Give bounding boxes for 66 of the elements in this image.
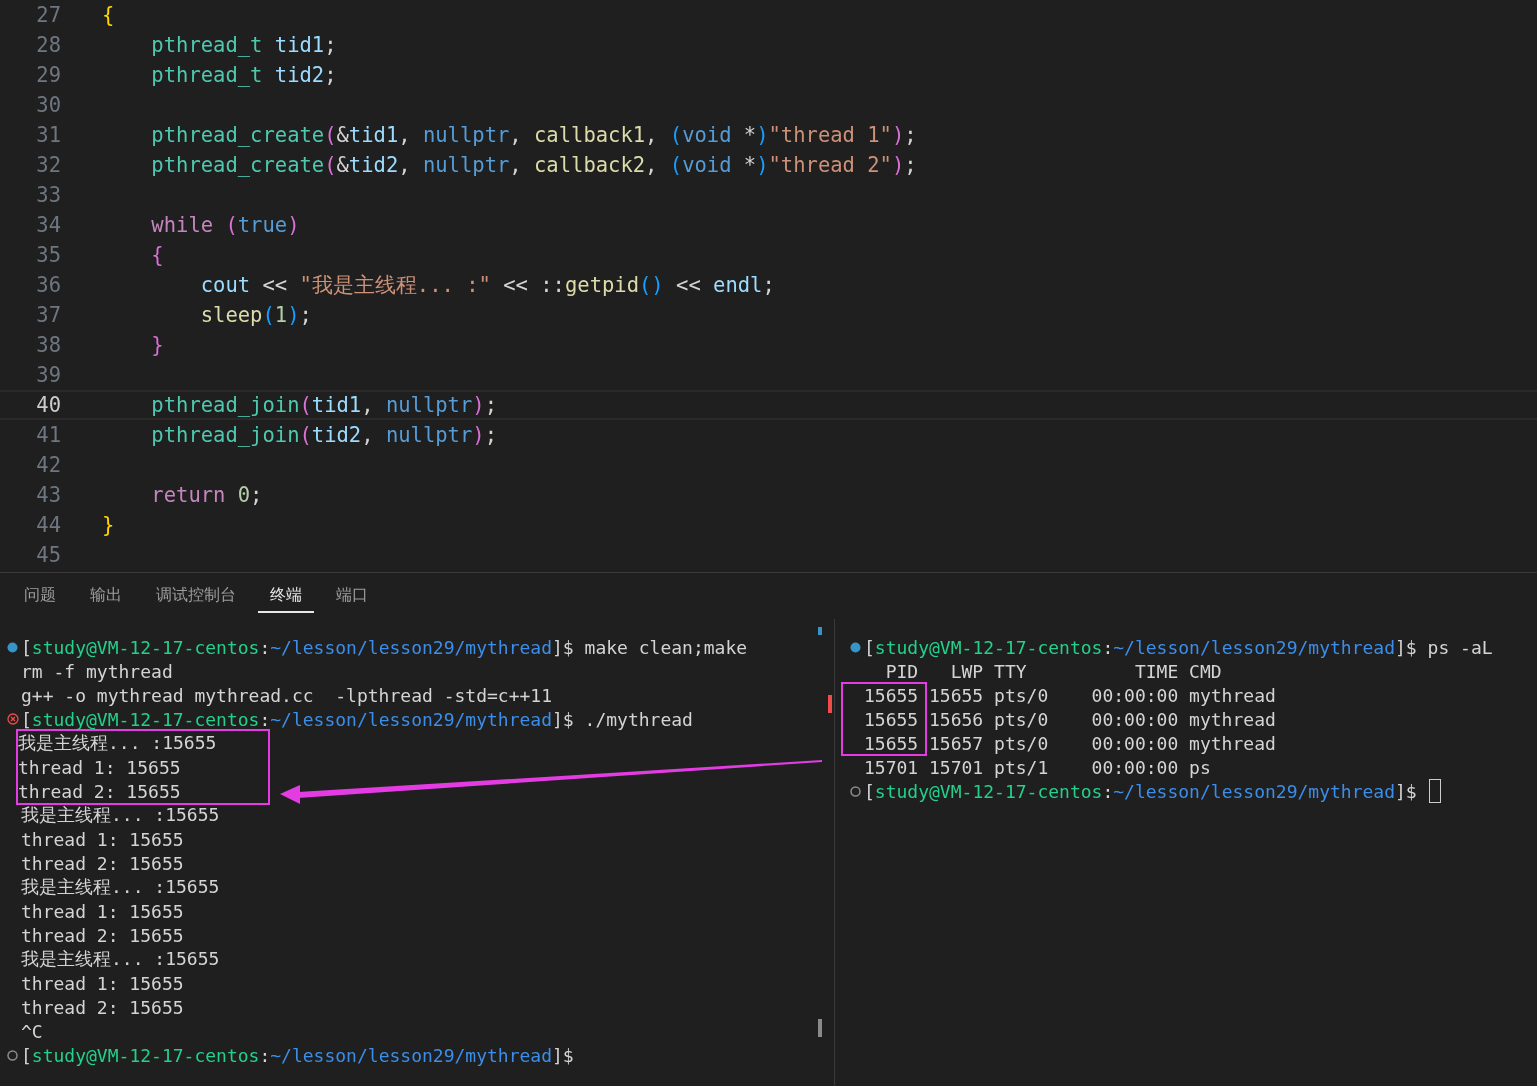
terminal-line: 15655 15656 pts/0 00:00:00 mythread bbox=[864, 708, 1276, 730]
line-number: 34 bbox=[35, 213, 61, 237]
terminal-line: thread 2: 15655 bbox=[21, 996, 184, 1018]
code-line: { bbox=[102, 3, 115, 27]
scrollbar-marker bbox=[828, 695, 832, 713]
terminal-line: 15655 15657 pts/0 00:00:00 mythread bbox=[864, 732, 1276, 754]
line-number: 31 bbox=[35, 123, 61, 147]
panel-tab[interactable]: 调试控制台 bbox=[144, 579, 248, 613]
terminal-line: g++ -o mythread mythread.cc -lpthread -std=c++11 bbox=[21, 684, 552, 706]
panel-tab[interactable]: 终端 bbox=[258, 579, 314, 613]
terminal-line: [study@VM-12-17-centos:~/lesson/lesson29/mythread]$ ./mythread bbox=[21, 708, 693, 730]
terminal-line: thread 1: 15655 bbox=[21, 972, 184, 994]
code-line: pthread_t tid2; bbox=[150, 63, 337, 87]
terminal-line: 我是主线程... :15655 bbox=[21, 947, 220, 971]
terminal-line: PID LWP TTY TIME CMD bbox=[884, 660, 1222, 682]
terminal-line: [study@VM-12-17-centos:~/lesson/lesson29/mythread]$ ps -aL bbox=[864, 636, 1493, 658]
line-number: 43 bbox=[35, 483, 61, 507]
panel-tab[interactable]: 问题 bbox=[12, 579, 68, 613]
terminal-line: 15655 15655 pts/0 00:00:00 mythread bbox=[864, 684, 1276, 706]
terminal-line: 我是主线程... :15655 bbox=[18, 731, 217, 755]
panel-tab[interactable]: 输出 bbox=[78, 579, 134, 613]
line-number: 40 bbox=[35, 393, 61, 417]
terminal-line: [study@VM-12-17-centos:~/lesson/lesson29/mythread]$ make clean;make bbox=[21, 636, 748, 658]
line-number: 38 bbox=[35, 333, 61, 357]
scrollbar-marker bbox=[818, 627, 822, 635]
code-line: while (true) bbox=[150, 213, 300, 237]
terminal-line: thread 2: 15655 bbox=[21, 924, 184, 946]
line-number: 39 bbox=[35, 363, 61, 387]
line-number: 44 bbox=[35, 513, 61, 537]
code-line: } bbox=[102, 513, 115, 537]
terminal-line: thread 1: 15655 bbox=[21, 828, 184, 850]
code-line: sleep(1); bbox=[199, 303, 312, 327]
terminal-line: thread 2: 15655 bbox=[21, 852, 184, 874]
line-number: 36 bbox=[35, 273, 61, 297]
code-line: pthread_create(&tid2, nullptr, callback2, (void *)"thread 2"); bbox=[150, 153, 917, 177]
code-line: pthread_join(tid2, nullptr); bbox=[150, 423, 497, 447]
line-number: 30 bbox=[35, 93, 61, 117]
code-line: pthread_join(tid1, nullptr); bbox=[150, 393, 497, 417]
line-number: 33 bbox=[35, 183, 61, 207]
line-number: 27 bbox=[35, 3, 61, 27]
code-line: { bbox=[150, 243, 164, 267]
code-line: pthread_create(&tid1, nullptr, callback1, (void *)"thread 1"); bbox=[150, 123, 917, 147]
terminal-line: [study@VM-12-17-centos:~/lesson/lesson29/mythread]$ bbox=[864, 780, 1417, 802]
line-number: 28 bbox=[35, 33, 61, 57]
scrollbar-marker bbox=[818, 1019, 822, 1037]
terminal-line: thread 1: 15655 bbox=[21, 900, 184, 922]
terminal-line: thread 2: 15655 bbox=[18, 780, 181, 802]
terminal-line: ^C bbox=[21, 1020, 43, 1042]
line-number: 29 bbox=[35, 63, 61, 87]
code-line: return 0; bbox=[150, 483, 263, 507]
terminal-line: [study@VM-12-17-centos:~/lesson/lesson29/mythread]$ bbox=[21, 1044, 574, 1066]
line-number: 37 bbox=[35, 303, 61, 327]
code-line: pthread_t tid1; bbox=[150, 33, 337, 57]
code-line: } bbox=[150, 333, 164, 357]
terminal-line: rm -f mythread bbox=[21, 660, 173, 682]
terminal-line: 我是主线程... :15655 bbox=[21, 803, 220, 827]
panel-tab[interactable]: 端口 bbox=[324, 579, 380, 613]
code-line: cout << "我是主线程... :" << ::getpid() << endl; bbox=[199, 272, 775, 299]
terminal-line: thread 1: 15655 bbox=[18, 756, 181, 778]
line-number: 45 bbox=[35, 543, 61, 567]
line-number: 41 bbox=[35, 423, 61, 447]
line-number: 42 bbox=[35, 453, 61, 477]
line-number: 32 bbox=[35, 153, 61, 177]
terminal-line: 15701 15701 pts/1 00:00:00 ps bbox=[864, 756, 1211, 778]
terminal-line: 我是主线程... :15655 bbox=[21, 875, 220, 899]
line-number: 35 bbox=[35, 243, 61, 267]
